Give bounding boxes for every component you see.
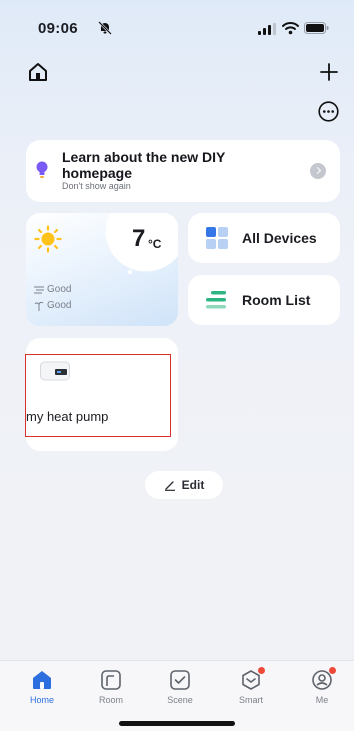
device-card-heat-pump[interactable] bbox=[26, 338, 178, 451]
air-quality-icon bbox=[34, 286, 44, 293]
sun-icon bbox=[34, 225, 62, 253]
tab-smart-label: Smart bbox=[238, 695, 263, 705]
tab-me-label: Me bbox=[315, 695, 329, 705]
grid-icon bbox=[206, 227, 228, 249]
humidity-row: Good bbox=[34, 300, 71, 311]
all-devices-tile[interactable]: All Devices bbox=[188, 213, 340, 263]
add-icon[interactable] bbox=[319, 62, 339, 82]
banner-title: Learn about the new DIY homepage bbox=[62, 149, 226, 181]
more-options-icon[interactable] bbox=[318, 101, 339, 122]
edit-button[interactable]: Edit bbox=[145, 471, 223, 499]
decorative-dot bbox=[128, 270, 132, 274]
diy-homepage-banner[interactable]: Learn about the new DIY homepage Don't s… bbox=[26, 140, 340, 202]
signal-icon bbox=[258, 23, 276, 35]
pencil-icon bbox=[164, 481, 175, 491]
chevron-right-icon[interactable] bbox=[310, 163, 326, 179]
tab-home[interactable]: Home bbox=[12, 669, 72, 705]
status-bar: 09:06 bbox=[0, 0, 354, 50]
heat-pump-icon bbox=[40, 361, 70, 381]
wifi-icon bbox=[282, 22, 299, 35]
weather-card[interactable]: 7 °C Good Good bbox=[26, 213, 178, 326]
temperature-value: 7 bbox=[132, 225, 146, 252]
device-name: my heat pump bbox=[26, 409, 109, 424]
temperature-unit: °C bbox=[148, 237, 162, 251]
tab-room[interactable]: Room bbox=[81, 669, 141, 705]
tab-room-label: Room bbox=[98, 695, 123, 705]
air-quality-label: Good bbox=[47, 284, 72, 295]
status-time: 09:06 bbox=[38, 20, 78, 37]
lightbulb-icon bbox=[36, 161, 48, 178]
room-list-tile[interactable]: Room List bbox=[188, 275, 340, 325]
tab-smart[interactable]: Smart bbox=[221, 667, 281, 705]
dont-show-again-link[interactable]: Don't show again bbox=[62, 181, 131, 191]
tab-home-label: Home bbox=[29, 695, 54, 705]
edit-label: Edit bbox=[181, 478, 205, 492]
scene-icon bbox=[170, 670, 190, 690]
me-badge bbox=[329, 667, 336, 674]
smart-badge bbox=[258, 667, 265, 674]
home-switch-icon[interactable] bbox=[28, 62, 48, 82]
battery-icon bbox=[304, 22, 329, 34]
bell-muted-icon bbox=[98, 21, 112, 35]
room-list-label: Room List bbox=[242, 292, 311, 308]
all-devices-label: All Devices bbox=[242, 230, 317, 246]
home-icon bbox=[33, 671, 51, 689]
home-indicator bbox=[119, 721, 235, 726]
tab-me[interactable]: Me bbox=[292, 667, 352, 705]
tab-scene[interactable]: Scene bbox=[150, 669, 210, 705]
humidity-label: Good bbox=[47, 300, 72, 311]
tab-scene-label: Scene bbox=[167, 695, 193, 705]
room-icon bbox=[101, 670, 121, 690]
air-quality-row: Good bbox=[34, 284, 71, 295]
room-list-icon bbox=[206, 291, 226, 309]
humidity-icon bbox=[34, 301, 44, 311]
